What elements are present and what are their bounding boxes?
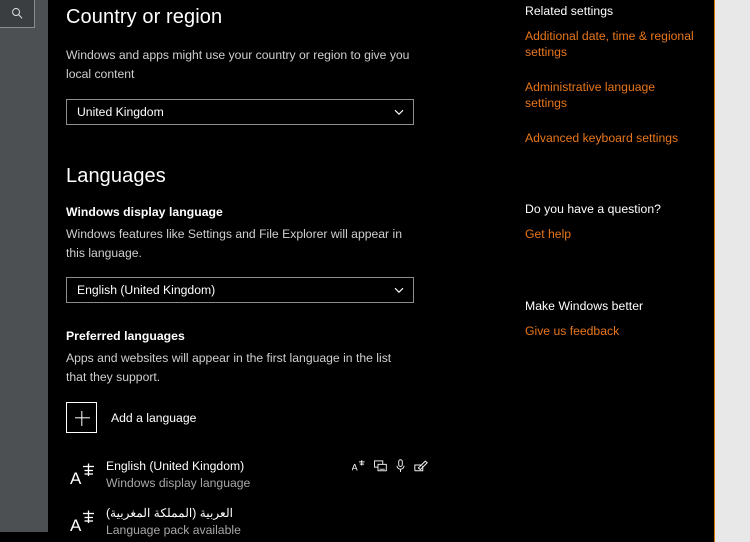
handwriting-icon <box>414 460 428 472</box>
language-item-name: العربية (المملكة المغربية) <box>106 506 234 521</box>
panel-spacer <box>525 261 714 289</box>
language-list-item[interactable]: A العربية (المملكة المغربية) Language pack… <box>66 498 414 542</box>
svg-text:A: A <box>352 463 359 473</box>
search-box[interactable] <box>0 0 35 28</box>
language-list-item[interactable]: A English (United Kingdom) Windows display… <box>66 451 428 498</box>
svg-text:A: A <box>70 516 82 534</box>
language-glyph-icon: A <box>66 463 106 487</box>
language-item-status: Windows display language <box>106 475 251 490</box>
nav-rail <box>0 0 48 532</box>
display-language-description: Windows features like Settings and File … <box>66 226 402 260</box>
language-item-features: A <box>352 459 428 473</box>
link-administrative-language-settings[interactable]: Administrative language settings <box>525 79 697 112</box>
related-settings-heading: Related settings <box>525 4 614 18</box>
languages-section-title: Languages <box>66 164 166 187</box>
plus-icon <box>66 402 97 434</box>
display-language-label: Windows display language <box>66 204 223 219</box>
preferred-languages-description: Apps and websites will appear in the fir… <box>66 350 392 384</box>
country-dropdown-value: United Kingdom <box>77 104 164 119</box>
display-language-dropdown[interactable]: English (United Kingdom) <box>66 276 414 303</box>
feedback-heading: Make Windows better <box>525 298 644 313</box>
link-additional-date-time-regional-settings[interactable]: Additional date, time & regional setting… <box>525 28 697 61</box>
country-section-title: Country or region <box>66 6 223 28</box>
link-advanced-keyboard-settings[interactable]: Advanced keyboard settings <box>525 130 697 146</box>
language-item-text: العربية (المملكة المغربية) Language pack … <box>106 505 414 538</box>
language-item-status: Language pack available <box>106 522 241 537</box>
settings-window: Country or region Windows and apps might… <box>0 0 715 542</box>
search-icon <box>11 7 24 20</box>
add-language-button[interactable]: Add a language <box>66 402 518 434</box>
language-glyph-icon: A <box>66 510 106 534</box>
link-get-help[interactable]: Get help <box>525 226 697 242</box>
display-language-dropdown-value: English (United Kingdom) <box>77 282 216 297</box>
language-pack-icon: A <box>352 460 365 473</box>
question-heading: Do you have a question? <box>525 202 661 217</box>
country-dropdown[interactable]: United Kingdom <box>66 98 414 125</box>
keyboard-icon <box>374 460 387 472</box>
link-give-us-feedback[interactable]: Give us feedback <box>525 323 697 339</box>
main-content: Country or region Windows and apps might… <box>48 0 518 542</box>
panel-spacer <box>525 164 714 190</box>
svg-text:A: A <box>70 469 82 487</box>
country-description: Windows and apps might use your country … <box>66 48 410 81</box>
preferred-languages-label: Preferred languages <box>66 328 185 343</box>
settings-window-root: Country or region Windows and apps might… <box>0 0 750 542</box>
speech-icon <box>396 459 405 473</box>
add-language-label: Add a language <box>111 410 197 425</box>
chevron-down-icon <box>393 106 405 118</box>
preferred-languages-list: A English (United Kingdom) Windows display… <box>66 451 518 542</box>
chevron-down-icon <box>393 284 405 296</box>
right-panel: Related settings Additional date, time &… <box>525 0 714 542</box>
